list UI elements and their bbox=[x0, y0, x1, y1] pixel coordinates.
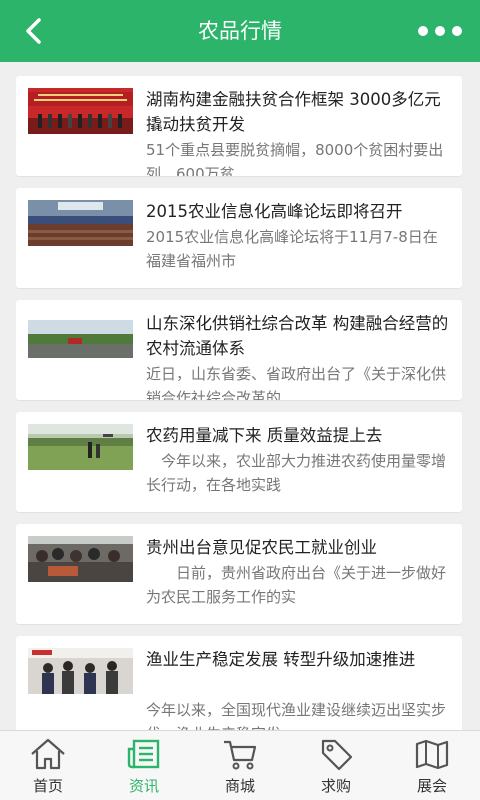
news-item[interactable]: 2015农业信息化高峰论坛即将召开 2015农业信息化高峰论坛将于11月7-8日… bbox=[16, 188, 462, 288]
tab-mall-label: 商城 bbox=[224, 777, 255, 795]
news-thumbnail bbox=[28, 88, 133, 134]
news-item[interactable]: 渔业生产稳定发展 转型升级加速推进 今年以来，全国现代渔业建设继续迈出坚实步伐，… bbox=[16, 636, 462, 730]
news-summary: 51个重点县要脱贫摘帽，8000个贫困村要出列，600万贫 bbox=[146, 141, 444, 176]
news-item[interactable]: 湖南构建金融扶贫合作框架 3000多亿元撬动扶贫开发 51个重点县要脱贫摘帽，8… bbox=[16, 76, 462, 176]
news-title: 农药用量减下来 质量效益提上去 bbox=[146, 426, 383, 445]
tab-home-label: 首页 bbox=[32, 777, 63, 795]
tab-home[interactable]: 首页 bbox=[0, 731, 96, 800]
news-title: 山东深化供销社综合改革 构建融合经营的农村流通体系 bbox=[146, 314, 449, 358]
tab-news-label: 资讯 bbox=[128, 777, 159, 795]
news-summary: 今年以来，全国现代渔业建设继续迈出坚实步伐，渔业生产稳定发 bbox=[146, 701, 447, 730]
news-item[interactable]: 山东深化供销社综合改革 构建融合经营的农村流通体系 近日，山东省委、省政府出台了… bbox=[16, 300, 462, 400]
news-thumbnail bbox=[28, 424, 133, 470]
news-summary: 今年以来，农业部大力推进农药使用量零增长行动，在各地实践 bbox=[146, 452, 447, 494]
news-thumbnail bbox=[28, 200, 133, 246]
app-header: 农品行情 bbox=[0, 0, 480, 62]
tab-buy-label: 求购 bbox=[320, 777, 351, 795]
tab-buy[interactable]: 求购 bbox=[288, 731, 384, 800]
news-title: 2015农业信息化高峰论坛即将召开 bbox=[146, 202, 403, 221]
news-title: 渔业生产稳定发展 转型升级加速推进 bbox=[146, 650, 416, 669]
tab-expo[interactable]: 展会 bbox=[384, 731, 480, 800]
news-title: 贵州出台意见促农民工就业创业 bbox=[146, 538, 377, 557]
price-tag-icon bbox=[321, 739, 353, 771]
newspaper-icon bbox=[127, 739, 160, 769]
news-summary: 2015农业信息化高峰论坛将于11月7-8日在福建省福州市 bbox=[146, 228, 438, 270]
more-options-icon[interactable] bbox=[416, 22, 464, 40]
map-icon bbox=[415, 739, 449, 770]
news-list[interactable]: 湖南构建金融扶贫合作框架 3000多亿元撬动扶贫开发 51个重点县要脱贫摘帽，8… bbox=[0, 62, 480, 730]
tab-news[interactable]: 资讯 bbox=[96, 731, 192, 800]
tab-mall[interactable]: 商城 bbox=[192, 731, 288, 800]
news-summary: 近日，山东省委、省政府出台了《关于深化供销合作社综合改革的 bbox=[146, 365, 447, 400]
bottom-tab-bar: 首页 资讯 商城 求购 展会 bbox=[0, 730, 480, 800]
news-thumbnail bbox=[28, 312, 133, 358]
news-summary: 日前，贵州省政府出台《关于进一步做好为农民工服务工作的实 bbox=[146, 564, 447, 606]
news-thumbnail bbox=[28, 648, 133, 694]
home-icon bbox=[31, 738, 65, 770]
news-item[interactable]: 贵州出台意见促农民工就业创业 日前，贵州省政府出台《关于进一步做好为农民工服务工… bbox=[16, 524, 462, 624]
page-title: 农品行情 bbox=[198, 19, 282, 43]
shopping-cart-icon bbox=[224, 740, 257, 770]
news-title: 湖南构建金融扶贫合作框架 3000多亿元撬动扶贫开发 bbox=[146, 90, 441, 134]
tab-expo-label: 展会 bbox=[416, 777, 447, 795]
news-thumbnail bbox=[28, 536, 133, 582]
news-item[interactable]: 农药用量减下来 质量效益提上去 今年以来，农业部大力推进农药使用量零增长行动，在… bbox=[16, 412, 462, 512]
